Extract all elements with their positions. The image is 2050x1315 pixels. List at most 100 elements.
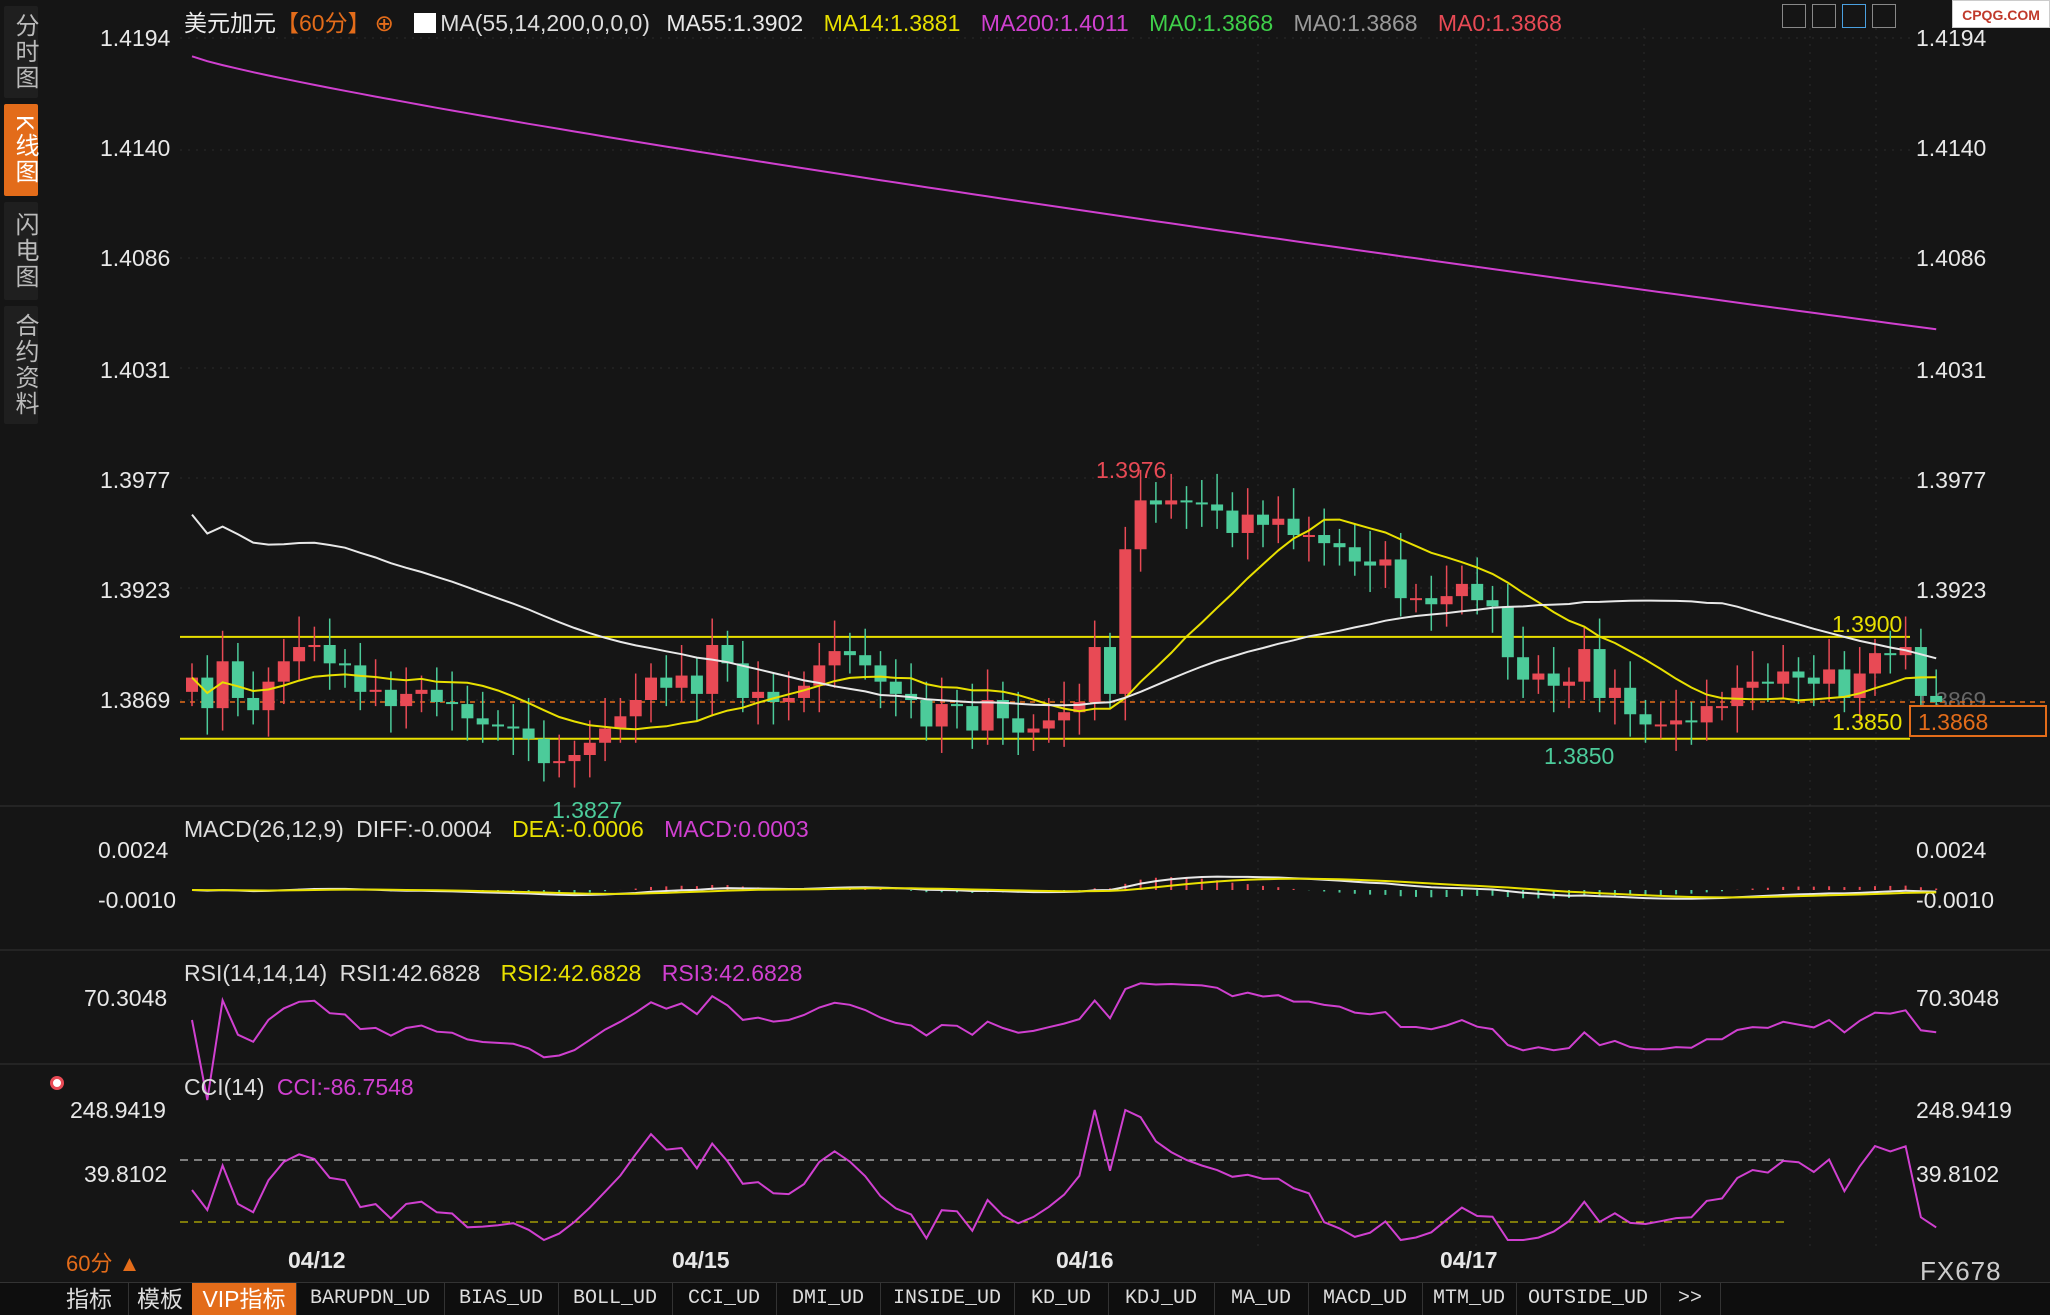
cci-params: CCI(14) <box>184 1074 265 1100</box>
candle-body <box>247 697 260 711</box>
tab-ma-ud[interactable]: MA_UD <box>1214 1283 1309 1315</box>
candle-body <box>1547 673 1560 686</box>
candle-body <box>966 706 979 731</box>
rsi-axis-right: 70.3048 <box>1916 985 1999 1011</box>
candle-body <box>323 645 336 664</box>
high-price-annotation: 1.3976 <box>1096 457 1166 483</box>
grid-icon[interactable] <box>1782 4 1806 28</box>
candle-body <box>1088 647 1101 703</box>
candle-body <box>752 691 765 698</box>
tab-vip-[interactable]: VIP指标 <box>192 1283 297 1315</box>
candle-body <box>1700 706 1713 723</box>
candle-body <box>308 645 321 648</box>
period-selector[interactable]: 60分 ▲ <box>66 1246 140 1278</box>
support-label: 1.3850 <box>1832 709 1902 735</box>
sidebar-item-0[interactable]: 分时图 <box>4 6 38 98</box>
ma200-value: MA200:1.4011 <box>980 10 1129 36</box>
tab--[interactable]: >> <box>1660 1283 1721 1315</box>
candle-body <box>1563 681 1575 686</box>
candle-body <box>1379 559 1392 566</box>
indicator-icon[interactable] <box>414 12 437 33</box>
sidebar-item-3[interactable]: 合约资料 <box>4 306 38 424</box>
candle-body <box>1027 728 1040 733</box>
resistance-label: 1.3900 <box>1832 611 1902 637</box>
tab-mtm-ud[interactable]: MTM_UD <box>1422 1283 1517 1315</box>
candle-body <box>1180 500 1193 503</box>
candle-body <box>1486 600 1499 607</box>
macd-axis-right: 0.0024 <box>1916 837 1987 863</box>
candle-body <box>645 677 657 700</box>
ma0-value-green: MA0:1.3868 <box>1149 10 1274 36</box>
list-icon[interactable] <box>1812 4 1836 28</box>
site-logo: CPQG.COM <box>1952 0 2050 28</box>
rsi-legend: RSI(14,14,14) RSI1:42.6828 RSI2:42.6828 … <box>184 960 816 987</box>
candle-body <box>1639 714 1652 725</box>
candle-body <box>1012 718 1025 733</box>
tab--[interactable]: 指标 <box>50 1283 129 1315</box>
record-icon[interactable] <box>50 1076 64 1090</box>
candle-body <box>675 675 688 688</box>
tab-inside-ud[interactable]: INSIDE_UD <box>880 1283 1015 1315</box>
settings-icon[interactable]: ⊕ <box>375 10 394 36</box>
period-badge[interactable]: 【60分】 <box>276 10 371 36</box>
candle-body <box>1823 669 1836 684</box>
candle-body <box>400 693 413 707</box>
macd-dea-line <box>191 877 1937 899</box>
price-label-right: 1.3977 <box>1916 467 1986 493</box>
price-label-left: 1.3869 <box>100 687 170 713</box>
candle-body <box>293 647 306 662</box>
expand-icon[interactable] <box>1872 4 1896 28</box>
ma0-value-gray: MA0:1.3868 <box>1293 10 1418 36</box>
candle-body <box>1302 535 1315 538</box>
candle-body <box>859 655 872 666</box>
macd-axis-left: -0.0010 <box>98 887 176 913</box>
candle-body <box>568 754 581 762</box>
candle-body <box>1333 543 1346 548</box>
candle-body <box>736 663 749 698</box>
tab-outside-ud[interactable]: OUTSIDE_UD <box>1516 1283 1661 1315</box>
candle-body <box>629 700 642 717</box>
ma200-line <box>191 55 1937 331</box>
candle-body <box>1257 514 1269 525</box>
rsi3-value: RSI3:42.6828 <box>661 960 803 986</box>
tab-kdj-ud[interactable]: KDJ_UD <box>1108 1283 1215 1315</box>
candle-body <box>1792 671 1805 678</box>
date-label: 04/17 <box>1440 1247 1498 1273</box>
tab--[interactable]: 模板 <box>128 1283 193 1315</box>
sidebar-item-1[interactable]: K线图 <box>4 104 38 196</box>
tab-dmi-ud[interactable]: DMI_UD <box>776 1283 881 1315</box>
candle-body <box>339 663 351 666</box>
candle-body <box>1777 671 1790 684</box>
rsi2-value: RSI2:42.6828 <box>500 960 642 986</box>
candle-body <box>277 661 290 682</box>
tab-macd-ud[interactable]: MACD_UD <box>1308 1283 1423 1315</box>
candle-body <box>262 681 275 711</box>
candle-body <box>1195 502 1208 505</box>
candle-body <box>1165 500 1178 505</box>
ma55-value: MA55:1.3902 <box>666 10 804 36</box>
candle-body <box>354 665 367 692</box>
candle-body <box>583 742 596 755</box>
candle-body <box>1608 687 1621 698</box>
candle-body <box>1838 669 1851 698</box>
tab-barupdn-ud[interactable]: BARUPDN_UD <box>296 1283 445 1315</box>
candle-body <box>1593 649 1606 698</box>
tab-boll-ud[interactable]: BOLL_UD <box>558 1283 673 1315</box>
tab-cci-ud[interactable]: CCI_UD <box>672 1283 777 1315</box>
cci-line <box>191 1108 1937 1242</box>
candle-body <box>1104 647 1116 694</box>
price-label-left: 1.3923 <box>100 577 170 603</box>
candle-body <box>446 702 459 705</box>
cci-value: CCI:-86.7548 <box>276 1074 414 1100</box>
candle-body <box>1471 583 1484 601</box>
tab-kd-ud[interactable]: KD_UD <box>1014 1283 1109 1315</box>
candle-body <box>1716 706 1728 709</box>
candle-body <box>1287 518 1300 536</box>
candle-body <box>1058 712 1071 721</box>
chart-toggle-icon[interactable] <box>1842 4 1866 28</box>
sidebar-item-2[interactable]: 闪电图 <box>4 202 38 300</box>
tab-bias-ud[interactable]: BIAS_UD <box>444 1283 559 1315</box>
candle-body <box>706 645 719 694</box>
ma-params[interactable]: MA(55,14,200,0,0,0) <box>440 10 650 36</box>
ma0-value-red: MA0:1.3868 <box>1437 10 1562 36</box>
